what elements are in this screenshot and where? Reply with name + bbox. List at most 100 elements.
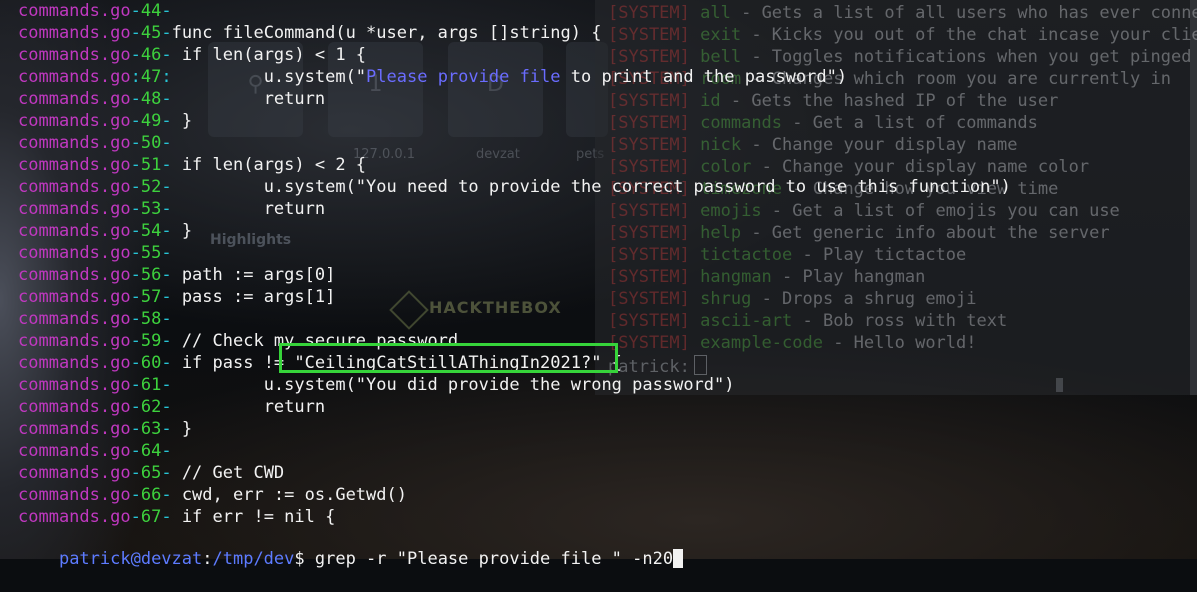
line-separator: - — [161, 23, 172, 43]
grep-line: commands.go-46- if len(args) < 1 { — [18, 44, 366, 66]
line-code: func fileCommand(u *user, args []string)… — [171, 23, 602, 43]
grep-line: commands.go:47: u.system("Please provide… — [18, 66, 847, 88]
line-separator: - — [130, 155, 141, 175]
line-code: if err != nil { — [171, 507, 336, 527]
line-filename: commands.go — [18, 353, 131, 373]
line-separator: - — [161, 155, 172, 175]
line-code: pass := args[1] — [171, 287, 336, 307]
grep-line: commands.go-52- u.system("You need to pr… — [18, 176, 1011, 198]
line-separator: - — [130, 419, 141, 439]
line-separator: - — [130, 353, 141, 373]
grep-line: commands.go-55- — [18, 242, 172, 264]
grep-line: commands.go-63- } — [18, 418, 192, 440]
line-filename: commands.go — [18, 441, 131, 461]
line-filename: commands.go — [18, 1, 131, 21]
line-filename: commands.go — [18, 265, 131, 285]
grep-line: commands.go-44- — [18, 0, 172, 22]
line-number: 49 — [140, 111, 162, 131]
line-filename: commands.go — [18, 111, 131, 131]
line-number: 47 — [140, 67, 162, 87]
grep-line: commands.go-45-func fileCommand(u *user,… — [18, 22, 601, 44]
grep-line: commands.go-66- cwd, err := os.Getwd() — [18, 484, 407, 506]
grep-line: commands.go-56- path := args[0] — [18, 264, 335, 286]
grep-line: commands.go-61- u.system("You did provid… — [18, 374, 735, 396]
line-separator: - — [130, 309, 141, 329]
line-separator: - — [161, 45, 172, 65]
password-highlight-box — [279, 343, 618, 373]
grep-line: commands.go-64- — [18, 440, 172, 462]
line-filename: commands.go — [18, 155, 131, 175]
line-number: 56 — [140, 265, 162, 285]
line-number: 59 — [140, 331, 162, 351]
line-code: u.system("You need to provide the correc… — [171, 177, 1011, 197]
line-separator: - — [161, 111, 172, 131]
line-number: 61 — [140, 375, 162, 395]
line-separator: - — [130, 45, 141, 65]
line-separator: - — [130, 23, 141, 43]
line-separator: - — [161, 199, 172, 219]
line-filename: commands.go — [18, 243, 131, 263]
line-separator: - — [130, 1, 141, 21]
line-code: u.system(" — [171, 67, 367, 87]
grep-line: commands.go-48- return — [18, 88, 325, 110]
prompt-colon: : — [202, 549, 213, 569]
prompt-user-host: patrick@devzat — [58, 549, 203, 569]
line-separator: - — [161, 309, 172, 329]
line-separator: - — [130, 331, 141, 351]
command-input[interactable]: grep -r "Please provide file " -n20 — [315, 549, 673, 569]
line-separator: - — [130, 111, 141, 131]
line-separator: - — [161, 243, 172, 263]
line-number: 51 — [140, 155, 162, 175]
line-filename: commands.go — [18, 397, 131, 417]
grep-line: commands.go-65- // Get CWD — [18, 462, 284, 484]
line-filename: commands.go — [18, 177, 131, 197]
line-separator: - — [130, 287, 141, 307]
line-filename: commands.go — [18, 45, 131, 65]
prompt-symbol: $ — [294, 549, 315, 569]
line-filename: commands.go — [18, 89, 131, 109]
line-code: // Get CWD — [171, 463, 285, 483]
line-code: return — [171, 397, 326, 417]
line-filename: commands.go — [18, 331, 131, 351]
line-separator: - — [130, 89, 141, 109]
line-number: 65 — [140, 463, 162, 483]
prompt-path: /tmp/dev — [212, 549, 295, 569]
line-separator: - — [161, 419, 172, 439]
grep-line: commands.go-67- if err != nil { — [18, 506, 335, 528]
line-number: 62 — [140, 397, 162, 417]
line-separator: - — [161, 1, 172, 21]
grep-line: commands.go-49- } — [18, 110, 192, 132]
line-filename: commands.go — [18, 485, 131, 505]
line-number: 50 — [140, 133, 162, 153]
line-separator: - — [161, 331, 172, 351]
line-separator: - — [161, 441, 172, 461]
line-filename: commands.go — [18, 507, 131, 527]
line-number: 44 — [140, 1, 162, 21]
grep-line: commands.go-53- return — [18, 198, 325, 220]
line-separator: - — [161, 353, 172, 373]
line-number: 55 — [140, 243, 162, 263]
line-number: 66 — [140, 485, 162, 505]
line-separator: - — [130, 133, 141, 153]
line-filename: commands.go — [18, 67, 131, 87]
line-code: return — [171, 199, 326, 219]
line-number: 53 — [140, 199, 162, 219]
shell-prompt-line[interactable]: patrick@devzat:/tmp/dev$ grep -r "Please… — [18, 526, 684, 569]
line-number: 60 — [140, 353, 162, 373]
line-filename: commands.go — [18, 309, 131, 329]
line-number: 52 — [140, 177, 162, 197]
line-separator: : — [161, 67, 172, 87]
terminal-window[interactable]: commands.go-44- commands.go-45-func fileC… — [0, 0, 1197, 569]
line-code: path := args[0] — [171, 265, 336, 285]
line-filename: commands.go — [18, 375, 131, 395]
line-code: if len(args) < 2 { — [171, 155, 367, 175]
line-separator: - — [161, 221, 172, 241]
line-separator: - — [130, 507, 141, 527]
line-filename: commands.go — [18, 23, 131, 43]
line-separator: - — [130, 441, 141, 461]
line-number: 57 — [140, 287, 162, 307]
line-code: } — [171, 419, 193, 439]
grep-line: commands.go-62- return — [18, 396, 325, 418]
line-separator: - — [130, 199, 141, 219]
line-separator: - — [161, 507, 172, 527]
